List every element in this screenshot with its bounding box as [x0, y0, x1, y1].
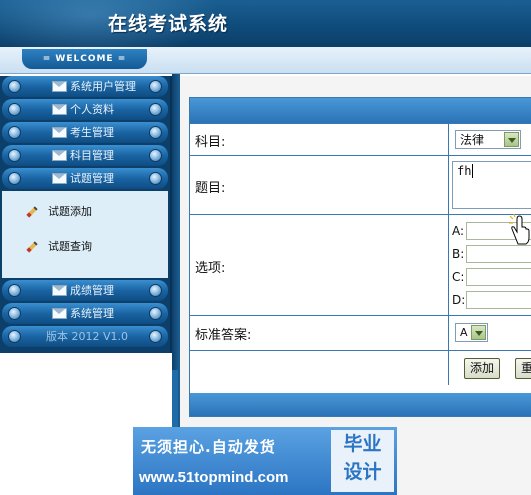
option-c-input[interactable]: [466, 268, 531, 286]
app-title: 在线考试系统: [108, 13, 229, 35]
option-b-input[interactable]: [466, 245, 531, 263]
answer-select[interactable]: A: [455, 323, 488, 342]
sidebar-item-subjects[interactable]: 科目管理: [2, 145, 168, 166]
knob-icon: [8, 172, 21, 185]
question-textarea[interactable]: fh: [452, 161, 531, 209]
text-caret: [472, 164, 474, 178]
chevron-down-icon: [504, 132, 519, 147]
option-a-row: A:: [452, 221, 531, 241]
option-a-letter: A:: [452, 224, 465, 238]
option-d-letter: D:: [452, 293, 466, 307]
sidebar-item-label: 系统管理: [70, 307, 114, 320]
knob-icon: [149, 126, 162, 139]
sidebar-item-questions[interactable]: 试题管理: [2, 168, 168, 189]
sidebar-item-system[interactable]: 系统管理: [2, 303, 168, 324]
welcome-tab: = WELCOME =: [22, 49, 147, 69]
question-label-cell: 题目:: [190, 156, 449, 214]
subject-select[interactable]: 法律: [455, 130, 521, 149]
submenu-item-add-question[interactable]: 试题添加: [26, 203, 92, 221]
sidebar-item-label: 考生管理: [70, 126, 114, 139]
subject-value-cell: 法律: [449, 124, 531, 155]
sidebar-item-system-users[interactable]: 系统用户管理: [2, 76, 168, 97]
knob-icon: [149, 103, 162, 116]
sidebar-menu: 系统用户管理 个人资料 考生管理 科目管理 试题管理 试题添加 试题查询 成绩管…: [0, 76, 172, 353]
option-d-input[interactable]: [466, 291, 531, 309]
submenu-item-label: 试题查询: [48, 240, 92, 253]
mail-icon: [52, 308, 67, 319]
option-b-row: B:: [452, 244, 531, 264]
mail-icon: [52, 104, 67, 115]
question-text: fh: [457, 164, 472, 178]
subject-label: 科目:: [195, 135, 226, 150]
sidebar-item-label: 系统用户管理: [70, 80, 136, 93]
question-label: 题目:: [195, 181, 226, 196]
chevron-down-icon: [471, 325, 486, 340]
buttons-cell: 添加 重: [449, 351, 531, 385]
knob-icon: [8, 103, 21, 116]
knob-icon: [8, 284, 21, 297]
subject-row: 科目: 法律: [190, 123, 531, 155]
submenu-item-label: 试题添加: [48, 205, 92, 218]
watermark-url: www.51topmind.com: [139, 469, 289, 486]
watermark-banner: 无须担心.自动发货 www.51topmind.com 毕业 设计: [133, 427, 397, 495]
questions-submenu: 试题添加 试题查询: [2, 191, 168, 278]
sidebar-item-examinees[interactable]: 考生管理: [2, 122, 168, 143]
knob-icon: [149, 80, 162, 93]
subject-select-value: 法律: [460, 133, 485, 147]
option-c-letter: C:: [452, 270, 465, 284]
mail-icon: [52, 81, 67, 92]
sidebar-item-label: 个人资料: [70, 103, 114, 116]
sidebar-item-profile[interactable]: 个人资料: [2, 99, 168, 120]
sidebar-item-scores[interactable]: 成绩管理: [2, 280, 168, 301]
sidebar-item-label: 试题管理: [70, 172, 114, 185]
subject-label-cell: 科目:: [190, 124, 449, 155]
watermark-badge-top: 毕业: [343, 433, 382, 455]
mail-icon: [52, 173, 67, 184]
options-label-cell: 选项:: [190, 215, 449, 315]
add-button[interactable]: 添加: [464, 358, 501, 379]
options-label: 选项:: [195, 261, 226, 276]
knob-icon: [149, 330, 162, 343]
knob-icon: [149, 284, 162, 297]
knob-icon: [149, 149, 162, 162]
watermark-text-area: 无须担心.自动发货 www.51topmind.com: [133, 427, 328, 495]
buttons-empty-cell: [190, 351, 449, 385]
form-header-bar: [190, 98, 531, 123]
option-d-row: D:: [452, 290, 531, 310]
sidebar-item-label: 科目管理: [70, 149, 114, 162]
answer-row: 标准答案: A: [190, 315, 531, 350]
version-label: 版本 2012 V1.0: [46, 330, 129, 343]
knob-icon: [8, 149, 21, 162]
pencil-icon: [26, 206, 38, 218]
reset-button[interactable]: 重: [515, 358, 531, 379]
knob-icon: [8, 126, 21, 139]
answer-label-cell: 标准答案:: [190, 316, 449, 350]
knob-icon: [8, 80, 21, 93]
submenu-item-query-question[interactable]: 试题查询: [26, 238, 92, 256]
sidebar-version: 版本 2012 V1.0: [2, 326, 168, 347]
watermark-badge-bottom: 设计: [343, 461, 382, 483]
answer-value-cell: A: [449, 316, 531, 350]
hand-cursor-icon: [509, 214, 530, 245]
knob-icon: [8, 330, 21, 343]
knob-icon: [8, 307, 21, 320]
watermark-line1: 无须担心.自动发货: [141, 438, 276, 456]
add-question-form: 科目: 法律 题目: fh 选项: A: B: C: D: 标准答案: A 添加…: [189, 97, 531, 417]
knob-icon: [149, 307, 162, 320]
pencil-icon: [26, 241, 38, 253]
mail-icon: [52, 150, 67, 161]
mail-icon: [52, 285, 67, 296]
sidebar-item-label: 成绩管理: [70, 284, 114, 297]
option-b-letter: B:: [452, 247, 465, 261]
app-header: 在线考试系统: [0, 0, 531, 47]
answer-label: 标准答案:: [195, 328, 252, 343]
knob-icon: [149, 172, 162, 185]
option-c-row: C:: [452, 267, 531, 287]
mail-icon: [52, 127, 67, 138]
answer-select-value: A: [460, 326, 468, 339]
watermark-badge: 毕业 设计: [331, 430, 394, 492]
form-footer-bar: [190, 393, 531, 416]
buttons-row: 添加 重: [190, 350, 531, 385]
